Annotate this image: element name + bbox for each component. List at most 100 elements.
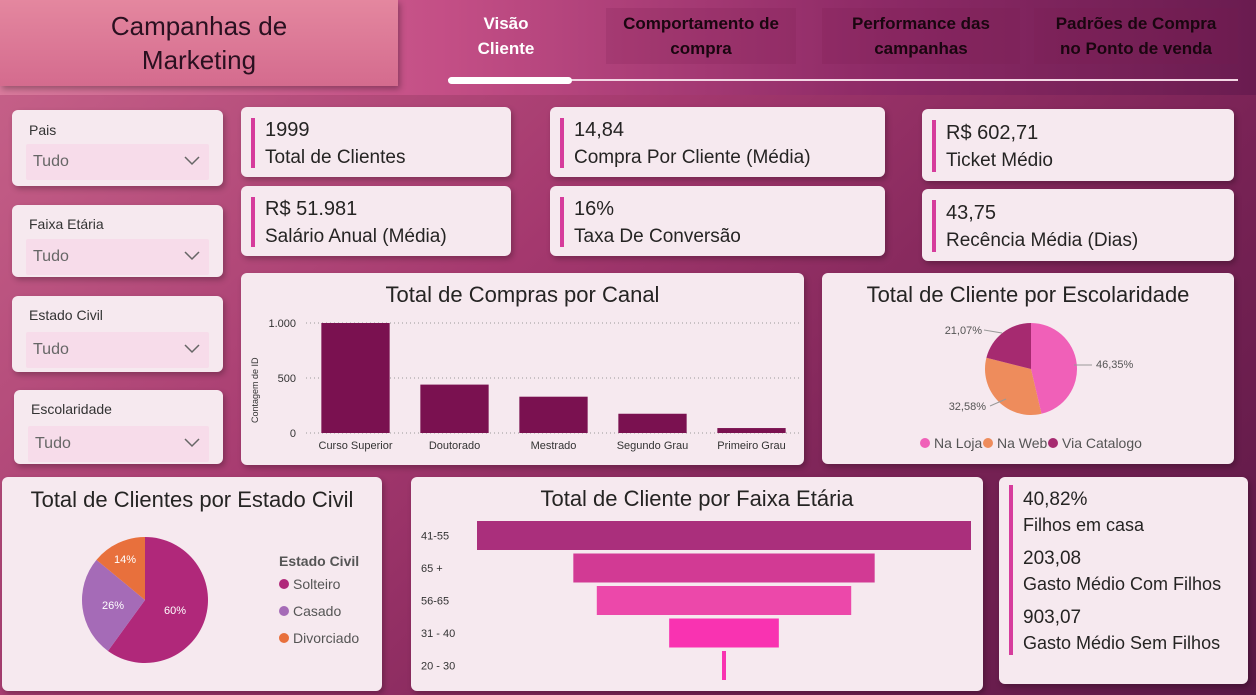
funnel-bar-20-30[interactable] (722, 651, 726, 680)
legend-dot (983, 438, 993, 448)
tab-performance-das-campanhas[interactable]: Performance das campanhas (822, 8, 1020, 64)
kpi-salario-anual: R$ 51.981 Salário Anual (Média) (241, 186, 511, 256)
y-axis-label: Contagem de ID (250, 357, 260, 423)
kpi-value: 16% (574, 198, 615, 220)
kpi-accent-bar (251, 118, 255, 168)
kpi-recencia-media: 43,75 Recência Média (Dias) (922, 189, 1234, 261)
funnel-category-label: 31 - 40 (421, 628, 455, 640)
x-tick-label: Mestrado (531, 440, 577, 452)
chart-clientes-por-estado-civil: Total de Clientes por Estado Civil 60% 2… (2, 477, 382, 691)
bar-mestrado[interactable] (519, 396, 588, 433)
slicer-value: Tudo (33, 341, 69, 358)
bar-segundo-grau[interactable] (618, 413, 687, 433)
funnel-category-label: 56-65 (421, 596, 449, 608)
funnel-bar-65-[interactable] (573, 553, 875, 583)
tab-padroes-de-compra[interactable]: Padrões de Compra no Ponto de venda (1034, 8, 1238, 64)
slice-label-solteiro: 60% (164, 605, 186, 617)
funnel-category-label: 41-55 (421, 531, 449, 543)
kpi-accent-bar (560, 197, 564, 247)
legend-item-divorciado[interactable]: Divorciado (279, 630, 359, 646)
tab-label-line2: Cliente (477, 39, 535, 58)
kpi-label: Gasto Médio Com Filhos (1023, 574, 1222, 594)
y-tick-label: 500 (278, 373, 296, 385)
slicer-dropdown[interactable]: Tudo (26, 144, 209, 180)
kpi-value: R$ 51.981 (265, 198, 358, 220)
funnel-bars (477, 521, 971, 680)
report-title-line1: Campanhas de (110, 11, 288, 41)
slicer-dropdown[interactable]: Tudo (26, 239, 209, 275)
kpi-value: 43,75 (946, 202, 997, 224)
kpi-accent-bar (932, 120, 936, 172)
funnel-bar-56-65[interactable] (596, 586, 852, 615)
report-title: Campanhas de Marketing (0, 0, 398, 86)
kpi-accent-bar (932, 200, 936, 252)
legend-dot (1048, 438, 1058, 448)
slicer-value: Tudo (33, 153, 69, 170)
slicer-label: Escolaridade (31, 401, 112, 417)
chart-compras-por-canal: Total de Compras por Canal Contagem de I… (241, 273, 804, 465)
tab-label-line2: no Ponto de venda (1059, 39, 1213, 58)
leader-line (983, 329, 1003, 334)
pie-slices (985, 323, 1077, 415)
legend-item-casado[interactable]: Casado (279, 603, 341, 619)
chart-clientes-por-faixa-etaria: Total de Cliente por Faixa Etária 41-55 6… (411, 477, 983, 691)
legend-item-na-loja[interactable]: Na Loja (920, 435, 982, 451)
slice-label-via-catalogo: 21,07% (945, 325, 983, 337)
tab-comportamento-de-compra[interactable]: Comportamento de compra (606, 8, 796, 64)
slicer-label: Pais (29, 122, 57, 138)
bar-chart-canvas: Contagem de ID 1.000 500 0 Curso Superio… (250, 318, 801, 452)
slicer-escolaridade[interactable]: Escolaridade Tudo (14, 390, 223, 464)
slicer-dropdown[interactable]: Tudo (28, 426, 209, 462)
kpi-label: Gasto Médio Sem Filhos (1023, 633, 1221, 653)
kpi-label: Compra Por Cliente (Média) (574, 147, 811, 168)
kpi-label: Recência Média (Dias) (946, 230, 1139, 251)
kpi-label: Taxa De Conversão (574, 226, 741, 247)
funnel-category-label: 65 + (421, 563, 443, 575)
x-tick-label: Segundo Grau (617, 440, 689, 452)
bar-doutorado[interactable] (420, 384, 489, 433)
funnel-labels: 41-55 65 + 56-65 31 - 40 20 - 30 (421, 531, 455, 673)
funnel-chart-canvas: 41-55 65 + 56-65 31 - 40 20 - 30 (421, 521, 971, 680)
slice-label-divorciado: 14% (114, 554, 136, 566)
tab-active-indicator (448, 77, 572, 84)
chevron-down-icon (184, 344, 200, 354)
kpi-accent-bar (251, 197, 255, 247)
legend-label: Via Catalogo (1062, 435, 1142, 451)
slicer-dropdown[interactable]: Tudo (26, 332, 209, 368)
kpi-taxa-conversao: 16% Taxa De Conversão (550, 186, 885, 256)
bar-curso-superior[interactable] (321, 323, 390, 433)
slicer-pais[interactable]: Pais Tudo (12, 110, 223, 186)
bar-primeiro-grau[interactable] (717, 428, 786, 433)
kpi-value: R$ 602,71 (946, 122, 1039, 144)
funnel-bar-41-55[interactable] (477, 521, 971, 550)
report-title-line2: Marketing (141, 45, 257, 75)
x-tick-label: Curso Superior (319, 440, 393, 452)
funnel-category-label: 20 - 30 (421, 661, 455, 673)
slicer-estado-civil[interactable]: Estado Civil Tudo (12, 296, 223, 372)
legend-label: Divorciado (293, 630, 360, 646)
tab-visao-cliente[interactable]: Visão Cliente (452, 8, 560, 64)
kpi-label: Salário Anual (Média) (265, 226, 447, 247)
kpi-value: 1999 (265, 119, 310, 141)
legend-title: Estado Civil (279, 553, 360, 569)
kpi-value: 203,08 (1023, 548, 1082, 569)
kpi-value: 40,82% (1023, 489, 1088, 510)
chevron-down-icon (184, 438, 200, 448)
slice-label-na-loja: 46,35% (1096, 359, 1134, 371)
legend-item-via-catalogo[interactable]: Via Catalogo (1048, 435, 1142, 451)
tab-label-line1: Comportamento de (623, 14, 779, 33)
slice-label-na-web: 32,58% (949, 401, 987, 413)
legend-dot (279, 606, 289, 616)
legend-label: Casado (293, 603, 342, 619)
chart-clientes-por-escolaridade: Total de Cliente por Escolaridade 46,35%… (822, 273, 1234, 464)
legend-item-solteiro[interactable]: Solteiro (279, 576, 340, 592)
slicer-value: Tudo (33, 248, 69, 265)
funnel-bar-31-40[interactable] (669, 618, 779, 648)
legend-label: Solteiro (293, 576, 341, 592)
legend-label: Na Loja (934, 435, 983, 451)
legend-item-na-web[interactable]: Na Web (983, 435, 1047, 451)
slicer-faixa-etaria[interactable]: Faixa Etária Tudo (12, 205, 223, 277)
slicer-label: Faixa Etária (29, 216, 104, 232)
kpi-value: 903,07 (1023, 607, 1082, 628)
legend-dot (920, 438, 930, 448)
